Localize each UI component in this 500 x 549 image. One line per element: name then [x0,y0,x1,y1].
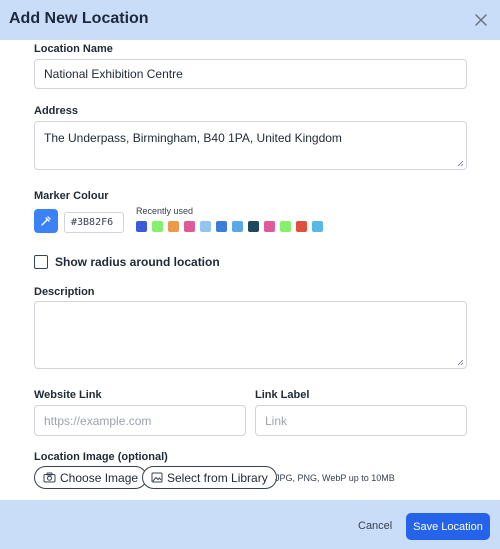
image-icon [151,472,163,483]
recent-colour-swatch[interactable] [232,221,243,232]
website-link-placeholder: https://example.com [44,413,152,428]
recent-colour-swatch[interactable] [280,221,291,232]
recent-colour-swatch[interactable] [136,221,147,232]
website-link-label: Website Link [34,389,102,401]
recent-colour-swatch[interactable] [312,221,323,232]
recent-colour-swatch[interactable] [264,221,275,232]
resize-grip-icon[interactable] [457,160,464,167]
save-location-button[interactable]: Save Location [406,513,490,540]
resize-grip-icon[interactable] [457,359,464,366]
description-textarea[interactable] [34,301,467,369]
select-from-library-label: Select from Library [167,470,268,485]
close-icon[interactable] [472,11,490,29]
recent-colour-swatch[interactable] [152,221,163,232]
description-label: Description [34,286,95,298]
select-from-library-button[interactable]: Select from Library [142,466,277,489]
choose-image-label: Choose Image [60,470,139,485]
location-name-label: Location Name [34,43,113,55]
eyedropper-icon [41,216,51,226]
colour-picker-button[interactable] [34,209,58,233]
marker-colour-label: Marker Colour [34,190,109,202]
show-radius-label: Show radius around location [55,255,220,269]
website-link-input[interactable]: https://example.com [34,405,246,436]
cancel-button[interactable]: Cancel [358,520,392,532]
hex-colour-input[interactable]: #3B82F6 [64,212,124,233]
show-radius-checkbox[interactable] [34,255,48,269]
recent-colour-swatch[interactable] [216,221,227,232]
choose-image-button[interactable]: Choose Image [34,466,148,489]
recently-used-label: Recently used [136,206,194,216]
recent-colour-swatch[interactable] [296,221,307,232]
location-image-label: Location Image (optional) [34,451,168,463]
recent-colour-swatch[interactable] [184,221,195,232]
location-name-input[interactable]: National Exhibition Centre [34,59,467,89]
address-label: Address [34,105,79,117]
address-textarea[interactable]: The Underpass, Birmingham, B40 1PA, Unit… [34,121,467,170]
recent-colour-swatch[interactable] [248,221,259,232]
recent-colour-swatches [136,221,323,232]
link-label-input[interactable]: Link [255,405,467,436]
image-format-hint: JPG, PNG, WebP up to 10MB [275,473,395,483]
link-label-label: Link Label [255,389,310,401]
camera-icon [43,472,56,483]
link-label-placeholder: Link [265,413,288,428]
recent-colour-swatch[interactable] [200,221,211,232]
dialog-header: Add New Location [0,0,500,40]
recent-colour-swatch[interactable] [168,221,179,232]
dialog-title: Add New Location [9,10,149,27]
address-value: The Underpass, Birmingham, B40 1PA, Unit… [44,131,342,145]
